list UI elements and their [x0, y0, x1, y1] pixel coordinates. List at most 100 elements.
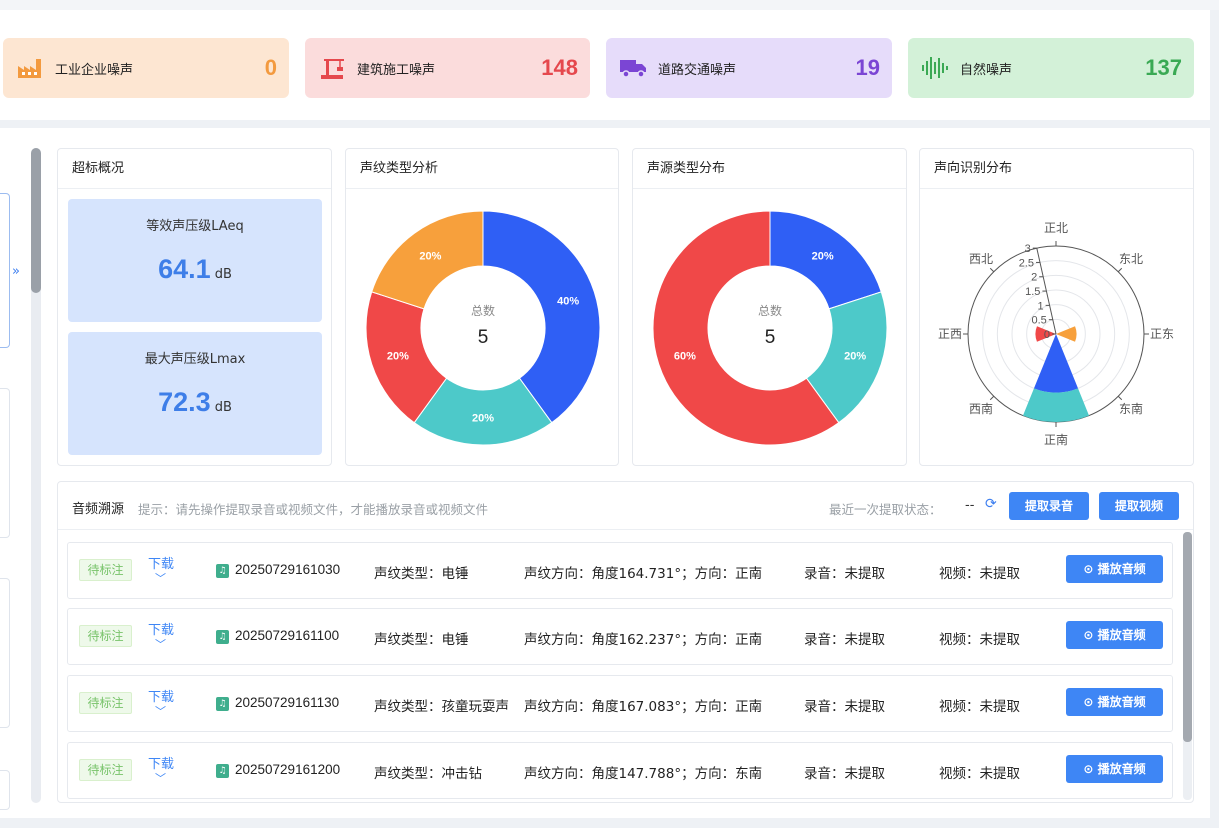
file-name: 20250729161030	[235, 562, 341, 577]
status-badge[interactable]: 待标注	[79, 759, 132, 781]
polar-bar[interactable]	[1022, 388, 1090, 422]
soundwave-icon	[920, 53, 950, 83]
scrollbar-thumb[interactable]	[31, 148, 41, 293]
slice-label: 20%	[472, 413, 494, 425]
trace-hint: 提示：请先操作提取录音或视频文件，才能播放录音或视频文件	[138, 502, 489, 517]
polar-tick	[1117, 395, 1123, 401]
recording-status: 录音：未提取	[804, 699, 885, 715]
audio-file-icon: ♫	[216, 697, 229, 711]
stat-value: 137	[1145, 55, 1182, 80]
left-scrollbar[interactable]	[31, 148, 41, 803]
audio-file-icon: ♫	[216, 764, 229, 778]
slice-label: 20%	[844, 351, 866, 363]
expand-panel-icon[interactable]: »	[12, 264, 20, 279]
status-badge[interactable]: 待标注	[79, 625, 132, 647]
source-type-card: 声源类型分布 20% 20% 60% 总数 5	[632, 148, 907, 466]
polar-bar[interactable]	[1056, 326, 1077, 342]
table-row: 待标注 下载 ﹀ ♫ 20250729161100 声纹类型：电锤 声纹方向：角…	[67, 608, 1173, 665]
radial-tick-label: 2	[1031, 272, 1037, 284]
stat-card-traffic[interactable]: 道路交通噪声 19	[606, 38, 892, 98]
voiceprint-direction: 声纹方向：角度147.788°；方向：东南	[524, 766, 763, 782]
collapsed-card[interactable]	[0, 193, 10, 348]
slice-label: 60%	[674, 351, 696, 363]
file-name: 20250729161100	[235, 628, 340, 643]
refresh-icon[interactable]: ⟳	[985, 496, 997, 512]
voiceprint-type: 声纹类型：电锤	[374, 632, 469, 648]
exceed-overview-card: 超标概况 等效声压级LAeq 64.1 dB 最大声压级Lmax 72.3 dB	[57, 148, 332, 466]
lmax-unit: dB	[214, 400, 232, 415]
chevron-down-icon[interactable]: ﹀	[155, 770, 166, 786]
direction-label: 正西	[938, 327, 962, 341]
stat-card-construction[interactable]: 建筑施工噪声 148	[305, 38, 590, 98]
truck-icon	[618, 53, 648, 83]
laeq-label: 等效声压级LAeq	[146, 219, 244, 234]
voiceprint-type: 声纹类型：冲击钻	[374, 766, 482, 782]
play-audio-label: 播放音频	[1097, 762, 1146, 776]
radial-tick-label: 0.5	[1032, 315, 1047, 327]
slice-label: 20%	[812, 251, 834, 263]
video-status: 视频：未提取	[939, 699, 1020, 715]
chevron-down-icon[interactable]: ﹀	[155, 570, 166, 586]
radial-tick-label: 2.5	[1019, 257, 1034, 269]
card-title: 声纹类型分析	[346, 149, 618, 189]
laeq-panel: 等效声压级LAeq 64.1 dB	[68, 199, 322, 322]
radial-tick-label: 1.5	[1025, 286, 1040, 298]
status-badge[interactable]: 待标注	[79, 692, 132, 714]
video-status: 视频：未提取	[939, 566, 1020, 582]
play-audio-button[interactable]: ⊙ 播放音频	[1066, 555, 1163, 583]
radial-tick-label: 0	[1044, 329, 1050, 341]
chevron-down-icon[interactable]: ﹀	[155, 703, 166, 719]
play-icon: ⊙	[1083, 562, 1098, 576]
play-audio-button[interactable]: ⊙ 播放音频	[1066, 755, 1163, 783]
trace-scrollbar[interactable]	[1183, 532, 1192, 800]
lmax-value: 72.3	[158, 387, 211, 417]
trace-title: 音频溯源	[72, 502, 125, 517]
chevron-down-icon[interactable]: ﹀	[155, 636, 166, 652]
stat-value: 0	[264, 55, 277, 80]
collapsed-card	[0, 770, 10, 810]
play-audio-button[interactable]: ⊙ 播放音频	[1066, 621, 1163, 649]
extract-video-button[interactable]: 提取视频	[1099, 492, 1179, 520]
status-badge[interactable]: 待标注	[79, 559, 132, 581]
stat-card-nature[interactable]: 自然噪声 137	[908, 38, 1194, 98]
laeq-value: 64.1	[158, 254, 211, 284]
direction-label: 西南	[969, 401, 993, 416]
direction-polar-chart: 0 0.5 1 1.5 2 2.5 3 正北东北正东东南正南 西南 正西 西北	[938, 221, 1174, 447]
recording-status: 录音：未提取	[804, 566, 885, 582]
recording-status: 录音：未提取	[804, 766, 885, 782]
voiceprint-direction: 声纹方向：角度164.731°；方向：正南	[524, 566, 763, 582]
table-row: 待标注 下载 ﹀ ♫ 20250729161130 声纹类型：孩童玩耍声 声纹方…	[67, 675, 1173, 732]
video-status: 视频：未提取	[939, 766, 1020, 782]
extract-recording-button[interactable]: 提取录音	[1009, 492, 1089, 520]
play-audio-label: 播放音频	[1097, 562, 1146, 576]
play-icon: ⊙	[1083, 695, 1098, 709]
file-name: 20250729161130	[235, 695, 340, 710]
voiceprint-donut-chart: 40% 20% 20% 20% 总数 5	[365, 210, 601, 446]
trace-header: 音频溯源 提示：请先操作提取录音或视频文件，才能播放录音或视频文件 最近一次提取…	[58, 482, 1193, 530]
polar-tick	[1117, 267, 1123, 273]
voiceprint-direction: 声纹方向：角度162.237°；方向：正南	[524, 632, 763, 648]
lmax-label: 最大声压级Lmax	[144, 352, 246, 367]
polar-bar[interactable]	[1033, 334, 1079, 393]
stat-card-industrial[interactable]: 工业企业噪声 0	[3, 38, 289, 98]
stat-label: 道路交通噪声	[658, 62, 737, 78]
radial-tick-label: 1	[1037, 300, 1043, 312]
top-strip	[0, 0, 1219, 10]
polar-tick	[989, 267, 995, 273]
donut-center-label: 总数	[471, 303, 495, 318]
donut-center-label: 总数	[758, 303, 782, 318]
play-audio-button[interactable]: ⊙ 播放音频	[1066, 688, 1163, 716]
slice-label: 40%	[557, 295, 579, 307]
card-title: 超标概况	[58, 149, 331, 189]
lmax-panel: 最大声压级Lmax 72.3 dB	[68, 332, 322, 455]
direction-distribution-card: 声向识别分布 0 0.5 1 1.5 2 2.5 3 正北 东北 正东 东南 正南 西南 正西 西北	[919, 148, 1194, 466]
scrollbar-thumb[interactable]	[1183, 532, 1192, 742]
card-title: 声源类型分布	[633, 149, 906, 189]
table-row: 待标注 下载 ﹀ ♫ 20250729161030 声纹类型：电锤 声纹方向：角…	[67, 542, 1173, 599]
stat-label: 建筑施工噪声	[357, 62, 436, 78]
extract-status-label: 最近一次提取状态：	[829, 502, 942, 517]
play-icon: ⊙	[1083, 628, 1098, 642]
left-collapsed-panel	[0, 148, 28, 810]
audio-file-icon: ♫	[216, 630, 229, 644]
stat-value: 148	[541, 55, 578, 80]
